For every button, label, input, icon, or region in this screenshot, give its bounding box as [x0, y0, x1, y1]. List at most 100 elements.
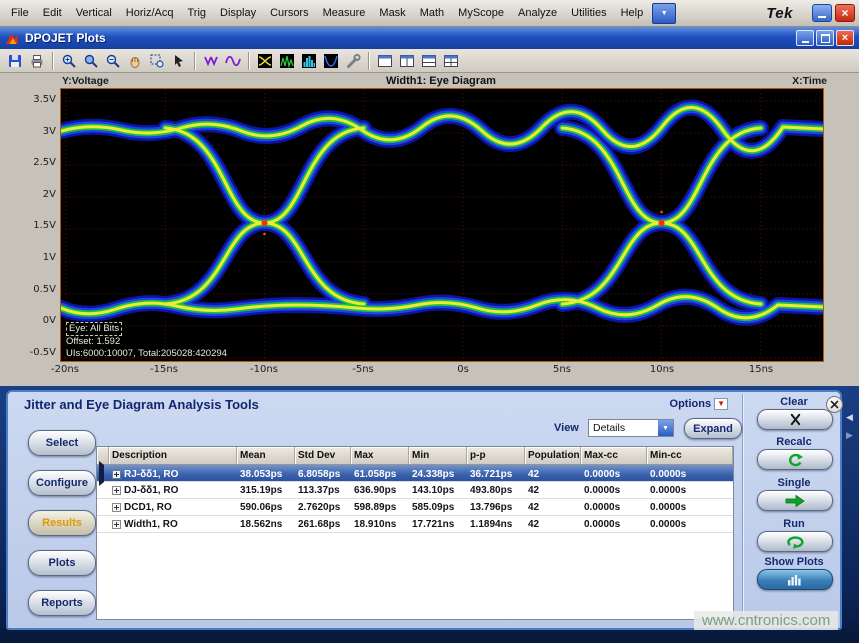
menu-file[interactable]: File — [4, 3, 36, 23]
menu-mask[interactable]: Mask — [372, 3, 412, 23]
waveform-cursor-icon[interactable] — [222, 51, 244, 71]
menu-horiz-acq[interactable]: Horiz/Acq — [119, 3, 181, 23]
single-button[interactable] — [757, 490, 833, 511]
view-dropdown[interactable]: Details ▼ — [588, 419, 674, 437]
table-row[interactable]: DCD1, RO 590.06ps 2.7620ps 598.89ps 585.… — [97, 499, 733, 516]
layout-rows-icon[interactable] — [418, 51, 440, 71]
dock-arrow-right-icon[interactable]: ▶ — [846, 430, 853, 441]
results-table: Description Mean Std Dev Max Min p-p Pop… — [96, 446, 734, 620]
select-button[interactable]: Select — [28, 430, 96, 456]
menu-edit[interactable]: Edit — [36, 3, 69, 23]
layout-columns-icon[interactable] — [396, 51, 418, 71]
layout-single-icon[interactable] — [374, 51, 396, 71]
col-population: Population — [525, 447, 581, 464]
dpojet-app-icon — [5, 31, 20, 46]
maximize-icon — [821, 34, 830, 43]
show-plots-button[interactable] — [757, 569, 833, 590]
chevron-down-icon: ▼ — [661, 10, 668, 17]
results-button[interactable]: Results — [28, 510, 96, 536]
clear-button[interactable] — [757, 409, 833, 430]
eye-mode-readout: Eye: All Bits — [66, 322, 122, 336]
close-icon: × — [842, 33, 848, 44]
zoom-icon[interactable] — [80, 51, 102, 71]
recalc-icon — [786, 453, 804, 467]
col-stddev: Std Dev — [295, 447, 351, 464]
zoom-out-icon[interactable] — [102, 51, 124, 71]
pan-hand-icon[interactable] — [124, 51, 146, 71]
menu-myscope[interactable]: MyScope — [451, 3, 511, 23]
expand-row-icon[interactable] — [112, 520, 121, 529]
expand-button[interactable]: Expand — [684, 418, 742, 439]
clear-x-icon — [788, 413, 803, 426]
zoom-area-icon[interactable] — [146, 51, 168, 71]
menu-trig[interactable]: Trig — [180, 3, 213, 23]
eye-plot-icon[interactable] — [254, 51, 276, 71]
x-axis-label: X:Time — [792, 75, 827, 87]
options-button[interactable]: Options ▼ — [670, 398, 728, 410]
menu-cursors[interactable]: Cursors — [263, 3, 316, 23]
menu-analyze[interactable]: Analyze — [511, 3, 564, 23]
menu-display[interactable]: Display — [213, 3, 263, 23]
run-button[interactable] — [757, 531, 833, 552]
x-tick: -20ns — [43, 364, 87, 375]
table-row[interactable]: Width1, RO 18.562ns 261.68ps 18.910ns 17… — [97, 516, 733, 533]
view-label: View — [554, 422, 579, 434]
app-close-button[interactable]: × — [835, 4, 855, 22]
menu-vertical[interactable]: Vertical — [69, 3, 119, 23]
analysis-panel: Jitter and Eye Diagram Analysis Tools Op… — [6, 390, 842, 630]
y-tick: 2V — [14, 189, 56, 200]
recalc-button[interactable] — [757, 449, 833, 470]
bathtub-plot-icon[interactable] — [320, 51, 342, 71]
y-tick: 1.5V — [14, 220, 56, 231]
save-icon[interactable] — [4, 51, 26, 71]
expand-row-icon[interactable] — [112, 503, 121, 512]
expand-row-icon[interactable] — [112, 470, 121, 479]
dock-arrow-left-icon[interactable]: ◀ — [846, 412, 853, 423]
spectrum-plot-icon[interactable] — [276, 51, 298, 71]
x-tick: 5ns — [540, 364, 584, 375]
plots-button[interactable]: Plots — [28, 550, 96, 576]
menu-measure[interactable]: Measure — [316, 3, 373, 23]
screen: File Edit Vertical Horiz/Acq Trig Displa… — [0, 0, 859, 643]
panel-close-button[interactable] — [826, 396, 843, 413]
menu-math[interactable]: Math — [413, 3, 451, 23]
single-arrow-icon — [784, 494, 806, 508]
reports-button[interactable]: Reports — [28, 590, 96, 616]
table-row[interactable]: RJ-δδ1, RO 38.053ps 6.8058ps 61.058ps 24… — [97, 465, 733, 482]
vertical-cursors-icon[interactable] — [200, 51, 222, 71]
show-plots-label: Show Plots — [746, 556, 842, 568]
view-dropdown-value: Details — [589, 422, 658, 434]
app-minimize-button[interactable] — [812, 4, 832, 22]
x-tick: -10ns — [242, 364, 286, 375]
menu-help[interactable]: Help — [614, 3, 651, 23]
plot-close-button[interactable]: × — [836, 30, 854, 46]
chevron-down-icon[interactable]: ▼ — [658, 420, 673, 436]
y-tick: 3.5V — [14, 94, 56, 105]
menu-utilities[interactable]: Utilities — [564, 3, 613, 23]
layout-grid-icon[interactable] — [440, 51, 462, 71]
print-icon[interactable] — [26, 51, 48, 71]
single-label: Single — [746, 477, 842, 489]
y-tick: -0.5V — [14, 347, 56, 358]
col-description: Description — [109, 447, 237, 464]
eye-diagram-canvas[interactable] — [60, 88, 824, 362]
expand-row-icon[interactable] — [112, 486, 121, 495]
x-tick: 15ns — [739, 364, 783, 375]
panel-divider — [742, 394, 743, 626]
dpojet-title-bar[interactable]: DPOJET Plots × — [0, 27, 859, 49]
col-pp: p-p — [467, 447, 525, 464]
panel-title: Jitter and Eye Diagram Analysis Tools — [24, 397, 259, 412]
table-row[interactable]: DJ-δδ1, RO 315.19ps 113.37ps 636.90ps 14… — [97, 482, 733, 499]
wrench-icon[interactable] — [342, 51, 364, 71]
zoom-in-icon[interactable] — [58, 51, 80, 71]
dropdown-glyph: ▼ — [662, 425, 669, 432]
cursor-icon[interactable] — [168, 51, 190, 71]
histogram-plot-icon[interactable] — [298, 51, 320, 71]
window-title: DPOJET Plots — [25, 31, 794, 45]
menu-overflow-button[interactable]: ▼ — [652, 3, 676, 24]
plot-minimize-button[interactable] — [796, 30, 814, 46]
configure-button[interactable]: Configure — [28, 470, 96, 496]
close-icon — [830, 400, 839, 409]
options-label: Options — [670, 398, 712, 410]
plot-maximize-button[interactable] — [816, 30, 834, 46]
